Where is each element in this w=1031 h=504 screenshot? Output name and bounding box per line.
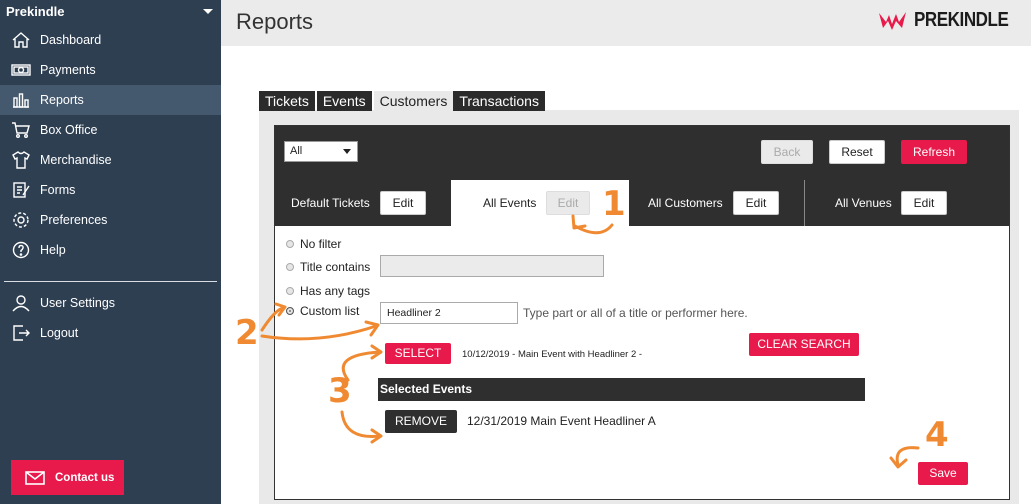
panel-toolbar: All Back Reset Refresh <box>275 126 1009 180</box>
all-events-label: All Events <box>483 196 537 210</box>
sidebar-item-label: Forms <box>40 183 76 197</box>
edit-events-button[interactable]: Edit <box>546 191 590 215</box>
tab-tickets[interactable]: Tickets <box>259 91 315 111</box>
option-label: Custom list <box>300 304 360 318</box>
edit-customers-button[interactable]: Edit <box>733 191 779 215</box>
sidebar-item-dashboard[interactable]: Dashboard <box>0 25 221 55</box>
search-result[interactable]: 10/12/2019 - Main Event with Headliner 2… <box>462 349 642 360</box>
help-icon <box>10 240 32 260</box>
edit-venues-button[interactable]: Edit <box>901 191 947 215</box>
sidebar-item-label: Merchandise <box>40 153 112 167</box>
option-has-any-tags[interactable]: Has any tags <box>286 284 370 298</box>
all-customers-label: All Customers <box>648 196 723 210</box>
sidebar-item-logout[interactable]: Logout <box>0 318 221 348</box>
caret-down-icon <box>203 8 213 14</box>
sidebar-divider <box>4 281 217 282</box>
sidebar-item-label: User Settings <box>40 296 116 310</box>
all-venues-label: All Venues <box>835 196 892 210</box>
prekindle-logo-icon <box>878 11 906 30</box>
sidebar-item-preferences[interactable]: Preferences <box>0 205 221 235</box>
cart-icon <box>10 120 32 140</box>
option-custom-list[interactable]: Custom list <box>286 304 359 318</box>
refresh-button[interactable]: Refresh <box>901 140 967 164</box>
sidebar: Prekindle Dashboard Payments Reports Box… <box>0 0 221 504</box>
option-title-contains[interactable]: Title contains <box>286 260 370 274</box>
annotation-4: 4 <box>925 415 949 455</box>
default-tickets-label: Default Tickets <box>291 196 370 210</box>
contact-us-label: Contact us <box>55 471 115 484</box>
money-icon <box>10 60 32 80</box>
sidebar-item-label: Logout <box>40 326 79 340</box>
tab-customers[interactable]: Customers <box>373 91 454 111</box>
annotation-3: 3 <box>328 371 352 411</box>
filter-separator <box>804 180 805 226</box>
sidebar-item-label: Payments <box>40 63 96 77</box>
option-no-filter[interactable]: No filter <box>286 237 341 251</box>
sidebar-item-box-office[interactable]: Box Office <box>0 115 221 145</box>
page-title: Reports <box>236 9 314 34</box>
logo-text: PREKINDLE <box>913 9 1009 31</box>
save-button[interactable]: Save <box>918 462 968 485</box>
back-button[interactable]: Back <box>761 140 813 164</box>
selected-event-item: 12/31/2019 Main Event Headliner A <box>467 414 656 428</box>
radio-button[interactable] <box>286 287 294 295</box>
gear-icon <box>10 210 32 230</box>
radio-button-selected[interactable] <box>286 307 294 315</box>
contact-us-button[interactable]: Contact us <box>11 460 124 495</box>
top-bar: Reports PREKINDLE <box>221 0 1031 46</box>
radio-button[interactable] <box>286 263 294 271</box>
sidebar-item-help[interactable]: Help <box>0 235 221 265</box>
filter-row: Default Tickets Edit All Events Edit All… <box>275 180 1009 226</box>
sidebar-item-forms[interactable]: Forms <box>0 175 221 205</box>
form-icon <box>10 180 32 200</box>
brand-header[interactable]: Prekindle <box>0 0 221 22</box>
option-label: No filter <box>300 237 342 251</box>
sidebar-item-reports[interactable]: Reports <box>0 85 221 115</box>
scope-select[interactable]: All <box>284 141 358 162</box>
sidebar-item-label: Dashboard <box>40 33 102 47</box>
sidebar-item-merchandise[interactable]: Merchandise <box>0 145 221 175</box>
remove-button[interactable]: REMOVE <box>385 410 457 433</box>
bar-chart-icon <box>10 90 32 110</box>
tab-transactions[interactable]: Transactions <box>453 91 545 111</box>
logout-icon <box>10 323 32 343</box>
option-label: Has any tags <box>300 284 371 298</box>
event-search-input[interactable]: Headliner 2 <box>380 302 518 324</box>
clear-search-button[interactable]: CLEAR SEARCH <box>749 333 859 356</box>
edit-tickets-button[interactable]: Edit <box>380 191 426 215</box>
select-button[interactable]: SELECT <box>385 343 451 364</box>
chevron-down-icon <box>343 149 351 154</box>
shirt-icon <box>10 150 32 170</box>
option-label: Title contains <box>300 260 371 274</box>
radio-button[interactable] <box>286 240 294 248</box>
title-contains-input[interactable] <box>380 255 604 277</box>
brand-name: Prekindle <box>6 3 65 19</box>
sidebar-item-label: Help <box>40 243 66 257</box>
report-tabs: Tickets Events Customers Transactions <box>259 91 545 111</box>
tab-events[interactable]: Events <box>316 91 372 111</box>
selected-events-header: Selected Events <box>378 378 865 401</box>
logo[interactable]: PREKINDLE <box>878 9 1025 32</box>
sidebar-item-label: Preferences <box>40 213 108 227</box>
user-icon <box>10 293 32 313</box>
scope-select-value: All <box>290 145 303 157</box>
envelope-icon <box>25 470 45 485</box>
sidebar-item-label: Reports <box>40 93 84 107</box>
home-icon <box>10 30 32 50</box>
reset-button[interactable]: Reset <box>829 140 885 164</box>
sidebar-item-label: Box Office <box>40 123 98 137</box>
annotation-2: 2 <box>235 313 259 353</box>
search-hint: Type part or all of a title or performer… <box>523 306 748 320</box>
annotation-1: 1 <box>602 184 626 224</box>
filter-panel: All Back Reset Refresh Default Tickets E… <box>274 125 1010 500</box>
sidebar-item-user-settings[interactable]: User Settings <box>0 288 221 318</box>
sidebar-item-payments[interactable]: Payments <box>0 55 221 85</box>
